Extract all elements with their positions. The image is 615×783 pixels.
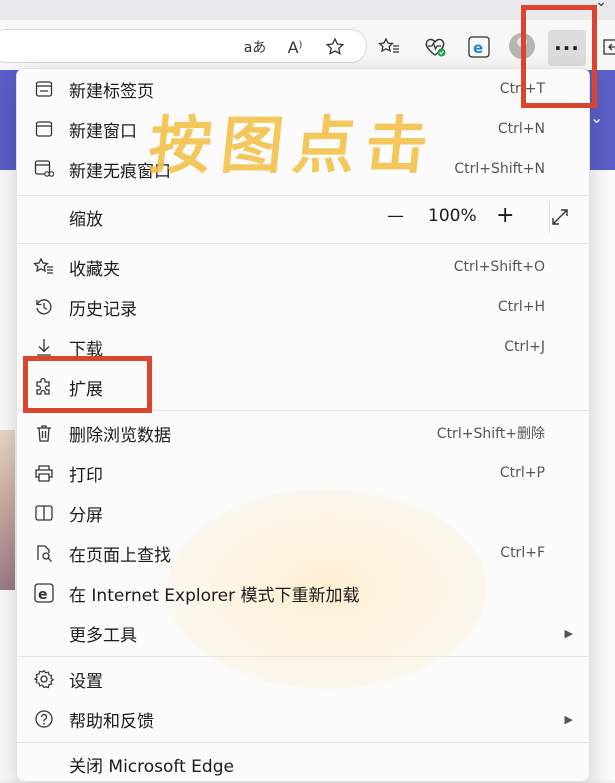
menu-item-settings[interactable]: 设置: [17, 660, 589, 698]
chevron-right-icon: ▶: [564, 626, 573, 640]
zoom-out-button[interactable]: —: [387, 206, 404, 226]
menu-item-label: 缩放: [69, 209, 103, 230]
menu-item-ie-mode[interactable]: e 在 Internet Explorer 模式下重新加载: [17, 574, 589, 612]
download-icon: [33, 336, 55, 358]
menu-separator: [17, 195, 589, 196]
settings-icon: [33, 668, 55, 690]
menu-item-close-edge[interactable]: 关闭 Microsoft Edge: [17, 745, 589, 783]
menu-item-label: 打印: [69, 465, 103, 486]
menu-item-label: 在 Internet Explorer 模式下重新加载: [69, 585, 360, 606]
svg-text:e: e: [38, 587, 48, 603]
menu-item-label: 设置: [69, 671, 103, 692]
print-icon: [33, 462, 55, 484]
menu-item-shortcut: Ctrl+Shift+删除: [436, 426, 545, 442]
menu-item-find-on-page[interactable]: 在页面上查找 Ctrl+F: [17, 534, 589, 572]
menu-item-label: 收藏夹: [69, 259, 120, 280]
menu-item-shortcut: Ctrl+H: [497, 299, 545, 315]
chevron-down-icon[interactable]: ⌄: [590, 108, 603, 127]
highlight-box-extensions: [23, 356, 152, 413]
page-image: [0, 430, 15, 590]
help-icon: [33, 708, 55, 730]
menu-item-shortcut: Ctrl+F: [500, 545, 545, 561]
menu-item-help-feedback[interactable]: 帮助和反馈 ▶: [17, 700, 589, 738]
menu-item-label: 新建窗口: [69, 121, 137, 142]
new-tab-icon: [33, 78, 55, 100]
menu-item-shortcut: Ctrl+N: [497, 121, 545, 137]
menu-item-delete-browsing-data[interactable]: 删除浏览数据 Ctrl+Shift+删除: [17, 414, 589, 452]
menu-item-more-tools[interactable]: 更多工具 ▶: [17, 614, 589, 652]
browser-essentials-icon[interactable]: [422, 34, 448, 60]
menu-separator: [17, 243, 589, 244]
highlight-box-more-button: [521, 5, 597, 108]
zoom-level: 100%: [428, 206, 477, 226]
edge-ie-icon[interactable]: e: [466, 34, 492, 60]
menu-item-shortcut: Ctrl+J: [504, 339, 545, 355]
minimize-button[interactable]: ⌄: [595, 0, 607, 10]
split-screen-icon: [33, 502, 55, 524]
sidebar-toggle-icon[interactable]: [598, 34, 615, 60]
favorites-icon: [33, 256, 55, 278]
inprivate-window-icon: [33, 158, 55, 180]
chevron-right-icon: ▶: [564, 712, 573, 726]
read-aloud-icon[interactable]: A⁾: [282, 34, 308, 60]
menu-item-shortcut: Ctrl+Shift+N: [454, 161, 545, 177]
menu-item-history[interactable]: 历史记录 Ctrl+H: [17, 288, 589, 326]
zoom-in-button[interactable]: +: [496, 203, 514, 228]
read-aloud-translate-icon[interactable]: aあ: [242, 34, 268, 60]
favorites-icon[interactable]: [376, 34, 402, 60]
fullscreen-icon[interactable]: [550, 207, 570, 227]
address-bar[interactable]: [0, 29, 367, 63]
menu-item-shortcut: Ctrl+Shift+O: [453, 259, 545, 275]
menu-item-label: 帮助和反馈: [69, 711, 154, 732]
annotation-text: 按图点击: [145, 109, 442, 182]
history-icon: [33, 296, 55, 318]
menu-item-label: 删除浏览数据: [69, 425, 171, 446]
menu-item-label: 分屏: [69, 505, 103, 526]
menu-separator: [17, 656, 589, 657]
menu-item-label: 新建标签页: [69, 81, 154, 102]
ie-mode-icon: e: [33, 582, 55, 604]
menu-item-print[interactable]: 打印 Ctrl+P: [17, 454, 589, 492]
menu-item-label: 关闭 Microsoft Edge: [69, 756, 234, 777]
delete-data-icon: [33, 422, 55, 444]
menu-separator: [17, 742, 589, 743]
menu-item-favorites[interactable]: 收藏夹 Ctrl+Shift+O: [17, 248, 589, 286]
menu-item-label: 在页面上查找: [69, 545, 171, 566]
menu-item-label: 历史记录: [69, 299, 137, 320]
menu-item-split-screen[interactable]: 分屏: [17, 494, 589, 532]
menu-item-shortcut: Ctrl+P: [499, 465, 545, 481]
svg-text:e: e: [473, 39, 483, 57]
new-window-icon: [33, 118, 55, 140]
favorite-star-icon[interactable]: [322, 34, 348, 60]
menu-item-label: 更多工具: [69, 625, 137, 646]
find-icon: [33, 542, 55, 564]
